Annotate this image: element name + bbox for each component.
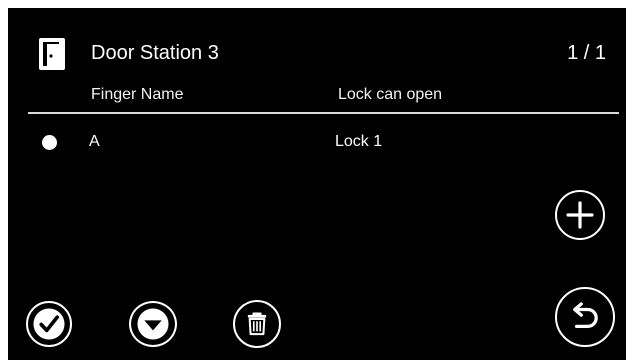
next-button[interactable] — [129, 301, 177, 347]
column-header-lock-can-open: Lock can open — [338, 86, 443, 103]
row-selected-indicator[interactable] — [42, 135, 57, 150]
lock-cell: Lock 1 — [335, 133, 383, 150]
confirm-button[interactable] — [26, 301, 72, 347]
finger-name-cell: A — [89, 133, 100, 150]
plus-icon — [566, 201, 594, 229]
door-station-screen: Door Station 3 1 / 1 Finger Name Lock ca… — [8, 8, 626, 360]
page-title: Door Station 3 — [91, 42, 219, 64]
table-row[interactable]: A Lock 1 — [8, 127, 626, 157]
door-icon — [39, 38, 65, 70]
add-finger-button[interactable] — [555, 190, 605, 240]
check-icon — [33, 308, 65, 340]
back-arrow-icon — [573, 302, 598, 328]
back-button[interactable] — [555, 287, 615, 347]
chevron-down-icon — [137, 308, 169, 340]
column-header-finger-name: Finger Name — [91, 86, 184, 103]
page-indicator: 1 / 1 — [567, 42, 606, 64]
trash-icon — [247, 312, 267, 336]
delete-button[interactable] — [233, 300, 281, 348]
header-divider — [28, 112, 619, 114]
